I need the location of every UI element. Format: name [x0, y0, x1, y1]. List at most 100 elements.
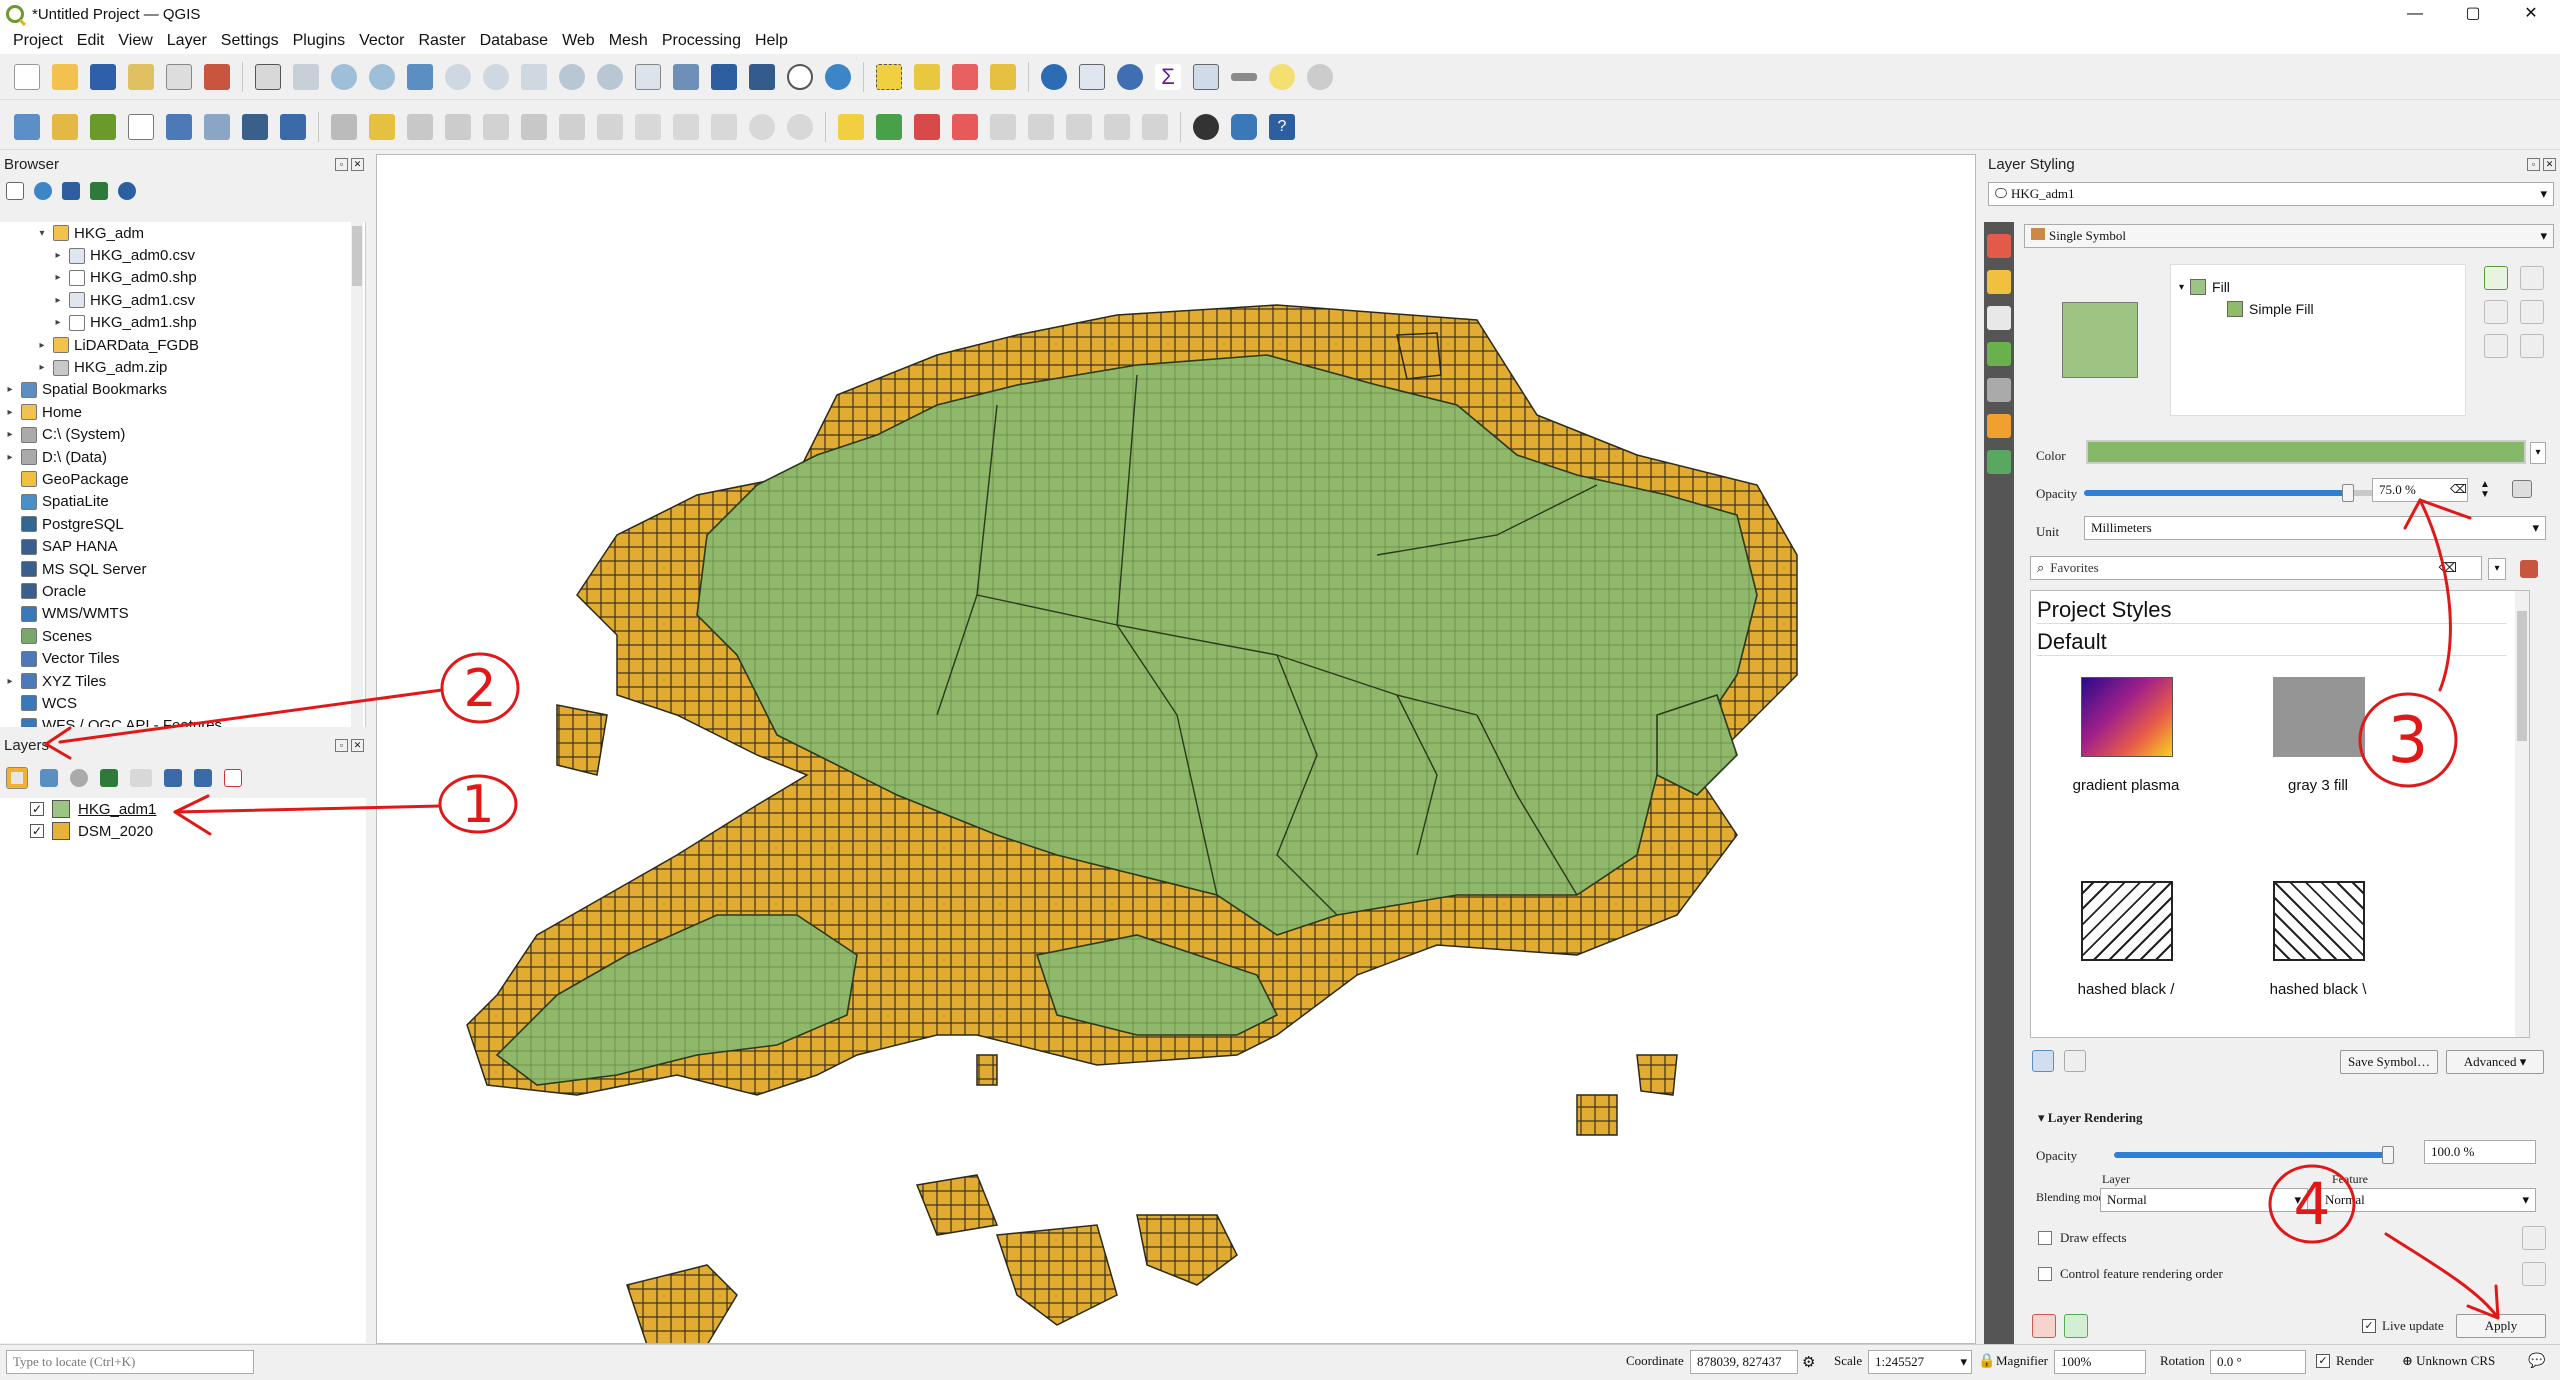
delete-selected-icon[interactable]	[597, 113, 623, 140]
add-wms-icon[interactable]	[280, 113, 306, 140]
crs-button[interactable]: ⊕ Unknown CRS	[2402, 1353, 2495, 1369]
lock-color-icon[interactable]	[2520, 334, 2544, 358]
expand-arrow-icon[interactable]: ▾	[36, 228, 48, 239]
control-order-checkbox[interactable]	[2038, 1267, 2052, 1281]
collapse-all-icon[interactable]	[90, 182, 108, 200]
new-bookmark-icon[interactable]	[711, 63, 737, 90]
draw-effects-checkbox[interactable]	[2038, 1231, 2052, 1245]
expand-arrow-icon[interactable]: ▸	[4, 407, 16, 418]
data-source-manager-icon[interactable]	[14, 113, 40, 140]
remove-layer-icon[interactable]	[224, 769, 242, 787]
deselect-icon[interactable]	[952, 63, 978, 90]
label-toolbar-extra-icon[interactable]	[1142, 113, 1168, 140]
browser-item[interactable]: SpatiaLite	[0, 491, 365, 513]
close-button[interactable]: ✕	[2502, 0, 2560, 28]
layer-visibility-checkbox[interactable]: ✓	[30, 802, 44, 816]
browser-item[interactable]: WMS/WMTS	[0, 603, 365, 625]
browser-item[interactable]: ▸ HKG_adm0.csv	[0, 244, 365, 266]
layer-visibility-checkbox[interactable]: ✓	[30, 824, 44, 838]
filter-expression-icon[interactable]	[130, 769, 152, 787]
new-shapefile-icon[interactable]	[90, 113, 116, 140]
menu-layer[interactable]: Layer	[160, 32, 214, 50]
attribute-table-icon[interactable]	[1079, 63, 1105, 90]
browser-item[interactable]: ▸ C:\ (System)	[0, 424, 365, 446]
toggle-editing-icon[interactable]	[369, 113, 395, 140]
browser-item[interactable]: ▸ HKG_adm1.csv	[0, 289, 365, 311]
clear-search-icon[interactable]: ⌫	[2439, 557, 2457, 579]
locate-input[interactable]: Type to locate (Ctrl+K)	[6, 1350, 254, 1374]
live-update-option[interactable]: ✓ Live update	[2362, 1318, 2444, 1334]
toolbox-icon[interactable]	[1117, 63, 1143, 90]
advanced-button[interactable]: Advanced ▾	[2446, 1050, 2544, 1074]
render-checkbox[interactable]: ✓	[2316, 1354, 2330, 1368]
expand-arrow-icon[interactable]: ▸	[4, 452, 16, 463]
expand-arrow-icon[interactable]: ▸	[4, 676, 16, 687]
undo-icon[interactable]	[749, 113, 775, 140]
digitize-icon[interactable]	[445, 113, 471, 140]
show-bookmarks-icon[interactable]	[749, 63, 775, 90]
temporal-controller-icon[interactable]	[787, 63, 813, 90]
zoom-layer-icon[interactable]	[483, 63, 509, 90]
hide-labels-icon[interactable]	[952, 113, 978, 140]
rendering-tab-icon[interactable]	[1987, 450, 2011, 474]
menu-mesh[interactable]: Mesh	[602, 32, 655, 50]
add-group-icon[interactable]	[40, 769, 58, 787]
layer-row-hkg-adm1[interactable]: ✓ HKG_adm1	[0, 798, 366, 820]
copy-features-icon[interactable]	[673, 113, 699, 140]
new-print-layout-icon[interactable]	[128, 63, 154, 90]
browser-item[interactable]: ▸ D:\ (Data)	[0, 446, 365, 468]
browser-item[interactable]: ▸ Spatial Bookmarks	[0, 379, 365, 401]
pin-labels-icon[interactable]	[914, 113, 940, 140]
browser-item[interactable]: Scenes	[0, 625, 365, 647]
metasearch-icon[interactable]	[1193, 113, 1219, 140]
zoom-native-icon[interactable]	[521, 63, 547, 90]
browser-item[interactable]: MS SQL Server	[0, 558, 365, 580]
opacity-slider[interactable]	[2084, 484, 2436, 502]
move-down-icon[interactable]	[2520, 300, 2544, 324]
menu-settings[interactable]: Settings	[214, 32, 286, 50]
modify-attributes-icon[interactable]	[559, 113, 585, 140]
new-project-icon[interactable]	[14, 63, 40, 90]
draw-effects-option[interactable]: Draw effects	[2038, 1230, 2127, 1246]
lr-opacity-slider-handle[interactable]	[2382, 1146, 2394, 1164]
zoom-full-icon[interactable]	[407, 63, 433, 90]
browser-item[interactable]: ▸ HKG_adm1.shp	[0, 312, 365, 334]
history-tab-icon[interactable]	[1987, 414, 2011, 438]
move-up-icon[interactable]	[2520, 266, 2544, 290]
style-hashed-black-back[interactable]	[2273, 881, 2365, 961]
new-3d-map-icon[interactable]	[673, 63, 699, 90]
add-selected-icon[interactable]	[6, 182, 24, 200]
pan-to-selection-icon[interactable]	[293, 63, 319, 90]
redo-icon[interactable]	[787, 113, 813, 140]
collapse-all-layers-icon[interactable]	[194, 769, 212, 787]
lr-opacity-spinbox[interactable]: 100.0 %	[2424, 1140, 2536, 1164]
minimize-button[interactable]: —	[2386, 0, 2444, 28]
identify-icon[interactable]	[1041, 63, 1067, 90]
layer-rendering-section[interactable]: ▾ Layer Rendering	[2038, 1110, 2143, 1126]
map-canvas[interactable]	[376, 154, 1976, 1344]
menu-view[interactable]: View	[111, 32, 159, 50]
edits-icon[interactable]	[331, 113, 357, 140]
layer-row-dsm-2020[interactable]: ✓ DSM_2020	[0, 820, 366, 842]
close-panel-icon[interactable]: ✕	[351, 739, 364, 752]
zoom-last-icon[interactable]	[559, 63, 585, 90]
color-dropdown-icon[interactable]: ▾	[2530, 442, 2546, 464]
browser-item[interactable]: ▸ LiDARData_FGDB	[0, 334, 365, 356]
statistics-icon[interactable]: Σ	[1155, 63, 1181, 90]
icon-view-icon[interactable]	[2032, 1050, 2054, 1072]
field-calculator-icon[interactable]	[1193, 63, 1219, 90]
browser-item[interactable]: ▸ HKG_adm0.shp	[0, 267, 365, 289]
browser-item[interactable]: PostgreSQL	[0, 513, 365, 535]
simple-fill-node[interactable]: Simple Fill	[2227, 301, 2314, 317]
lock-scale-icon[interactable]: 🔒	[1978, 1353, 1995, 1370]
data-defined-override-icon[interactable]	[2512, 480, 2532, 498]
close-panel-icon[interactable]: ✕	[351, 158, 364, 171]
render-option[interactable]: ✓ Render	[2316, 1353, 2374, 1369]
lr-opacity-slider[interactable]	[2114, 1146, 2394, 1164]
save-edits-icon[interactable]	[407, 113, 433, 140]
browser-item[interactable]: ▸ XYZ Tiles	[0, 670, 365, 692]
float-icon[interactable]: ▫	[335, 158, 348, 171]
browser-scrollbar[interactable]	[351, 222, 363, 727]
add-mesh-icon[interactable]	[242, 113, 268, 140]
renderer-select[interactable]: Single Symbol ▾	[2024, 224, 2554, 248]
